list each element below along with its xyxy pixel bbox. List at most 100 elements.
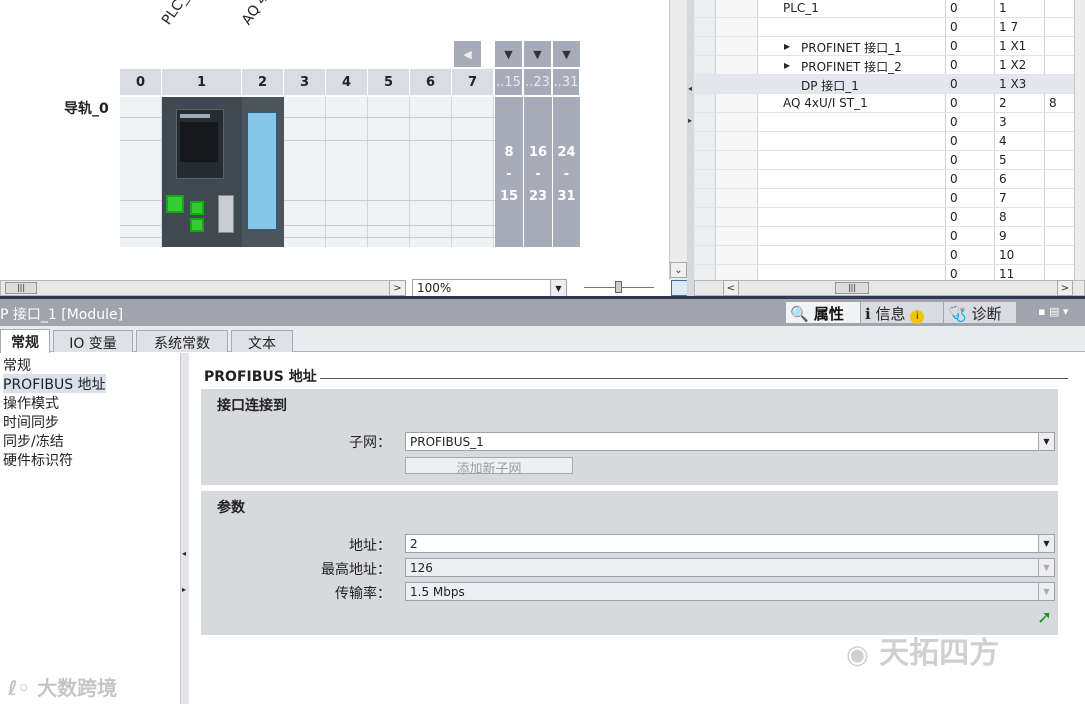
expand-arrow-icon[interactable]: ▸ bbox=[784, 58, 790, 72]
table-row[interactable]: 04 bbox=[694, 132, 1074, 151]
tab-info[interactable]: ℹ 信息 i bbox=[861, 302, 943, 324]
table-row[interactable]: 05 bbox=[694, 151, 1074, 170]
row-rack: 0 bbox=[950, 267, 958, 280]
row-slot: 10 bbox=[999, 248, 1015, 262]
table-row[interactable]: 03 bbox=[694, 113, 1074, 132]
watermark-right: ◉ 天拓四方 bbox=[846, 636, 1000, 671]
row-address: 8 bbox=[1049, 96, 1057, 110]
table-row[interactable]: ▸ PROFINET 接口_2 0 1 X2 bbox=[694, 56, 1074, 75]
inspector-nav: 常规 PROFIBUS 地址 操作模式 时间同步 同步/冻结 硬件标识符 bbox=[0, 353, 181, 704]
address-value: 2 bbox=[410, 537, 418, 551]
scroll-right-icon[interactable]: > bbox=[389, 280, 406, 296]
tab-general[interactable]: 常规 bbox=[0, 329, 50, 353]
splitter[interactable]: ◂ ▸ bbox=[687, 0, 694, 296]
tab-io-tags[interactable]: IO 变量 bbox=[53, 330, 133, 352]
table-row[interactable]: 0 1 7 bbox=[694, 18, 1074, 37]
expand-slots-24-31-icon[interactable]: ▼ bbox=[553, 41, 580, 67]
device-overview-table[interactable]: PLC_1 0 1 0 1 7 ▸ PROFINET 接口_1 0 1 X1 ▸ PROFINET … bbox=[694, 0, 1074, 280]
table-hscrollbar[interactable]: < ||| > bbox=[694, 280, 1085, 296]
table-row[interactable]: 06 bbox=[694, 170, 1074, 189]
module-label-aq: AQ 4x bbox=[238, 0, 277, 28]
expand-slots-16-23-icon[interactable]: ▼ bbox=[524, 41, 551, 67]
address-label: 地址： bbox=[349, 538, 391, 554]
device-view[interactable]: PLC_1 AQ 4x ◀ ▼ ▼ ▼ 0 1 2 3 4 5 6 7 ..15… bbox=[0, 0, 668, 280]
chevron-down-icon[interactable]: ▼ bbox=[550, 280, 566, 296]
range-from: 16 bbox=[528, 145, 548, 160]
window-controls-icon[interactable]: ▪ ▤ ▾ bbox=[1038, 305, 1068, 318]
zoom-value: 100% bbox=[417, 281, 452, 295]
row-slot: 2 bbox=[999, 96, 1007, 110]
section-title: PROFIBUS 地址 bbox=[204, 369, 317, 385]
transmission-rate-select[interactable]: 1.5 Mbps ▼ bbox=[405, 582, 1055, 601]
scroll-right-icon[interactable]: > bbox=[1057, 280, 1073, 296]
chevron-down-icon[interactable]: ▼ bbox=[1038, 433, 1054, 450]
tab-texts[interactable]: 文本 bbox=[231, 330, 293, 352]
ethernet-port-x2b-icon bbox=[190, 218, 204, 232]
row-rack: 0 bbox=[950, 77, 958, 91]
row-rack: 0 bbox=[950, 20, 958, 34]
chevron-down-icon[interactable]: ▼ bbox=[1038, 583, 1054, 600]
group-interface-connection: 接口连接到 子网： PROFIBUS_1 ▼ 添加新子网 bbox=[201, 389, 1058, 485]
table-vscrollbar[interactable] bbox=[1074, 0, 1085, 280]
table-row[interactable]: DP 接口_1 0 1 X3 bbox=[694, 75, 1074, 94]
module-label-plc: PLC_1 bbox=[158, 0, 197, 28]
row-name: PLC_1 bbox=[783, 1, 819, 15]
row-slot: 11 bbox=[999, 267, 1015, 280]
slot-header-5: 5 bbox=[368, 69, 410, 95]
nav-operating-mode[interactable]: 操作模式 bbox=[3, 393, 59, 412]
row-rack: 0 bbox=[950, 248, 958, 262]
table-row[interactable]: 09 bbox=[694, 227, 1074, 246]
nav-sync-freeze[interactable]: 同步/冻结 bbox=[3, 431, 64, 450]
expand-arrow-icon[interactable]: ▸ bbox=[784, 39, 790, 53]
overview-icon[interactable] bbox=[671, 280, 688, 296]
tab-system-constants[interactable]: 系统常数 bbox=[136, 330, 228, 352]
zoom-slider-thumb[interactable] bbox=[615, 281, 622, 293]
table-row[interactable]: PLC_1 0 1 bbox=[694, 0, 1074, 18]
info-icon: ℹ bbox=[865, 305, 871, 323]
table-row[interactable]: ▸ PROFINET 接口_1 0 1 X1 bbox=[694, 37, 1074, 56]
table-row[interactable]: 0 11 bbox=[694, 265, 1074, 280]
nav-splitter[interactable]: ◂ ▸ bbox=[181, 353, 189, 704]
subnet-select[interactable]: PROFIBUS_1 ▼ bbox=[405, 432, 1055, 451]
properties-icon: 🔍 bbox=[790, 305, 809, 323]
row-slot: 7 bbox=[999, 191, 1007, 205]
expand-slots-8-15-icon[interactable]: ▼ bbox=[495, 41, 522, 67]
slot-header-6: 6 bbox=[410, 69, 452, 95]
address-select[interactable]: 2 ▼ bbox=[405, 534, 1055, 553]
chevron-down-icon[interactable]: ▼ bbox=[1038, 559, 1054, 576]
max-address-select[interactable]: 126 ▼ bbox=[405, 558, 1055, 577]
chevron-down-icon[interactable]: ▼ bbox=[1038, 535, 1054, 552]
table-row[interactable]: 07 bbox=[694, 189, 1074, 208]
goto-arrow-icon[interactable]: ➚ bbox=[1037, 607, 1052, 628]
table-row[interactable]: AQ 4xU/I ST_1 0 2 8 bbox=[694, 94, 1074, 113]
subnet-label: 子网： bbox=[349, 435, 391, 451]
scroll-left-icon[interactable]: < bbox=[723, 280, 739, 296]
scroll-thumb[interactable]: ||| bbox=[5, 282, 37, 294]
range-from: 24 bbox=[557, 145, 576, 160]
range-from: 8 bbox=[504, 145, 514, 160]
aq-module[interactable] bbox=[242, 97, 284, 247]
nav-general[interactable]: 常规 bbox=[3, 355, 31, 374]
inspector-title: P 接口_1 [Module] bbox=[0, 307, 124, 323]
table-row[interactable]: 0 10 bbox=[694, 246, 1074, 265]
nav-hardware-id[interactable]: 硬件标识符 bbox=[3, 450, 73, 469]
row-slot: 1 X1 bbox=[999, 39, 1027, 53]
scroll-down-icon[interactable]: ⌄ bbox=[670, 262, 687, 278]
row-name: AQ 4xU/I ST_1 bbox=[783, 96, 868, 110]
table-row[interactable]: 08 bbox=[694, 208, 1074, 227]
nav-time-sync[interactable]: 时间同步 bbox=[3, 412, 59, 431]
zoom-select[interactable]: 100% ▼ bbox=[412, 279, 567, 297]
row-slot: 4 bbox=[999, 134, 1007, 148]
tab-properties[interactable]: 🔍 属性 bbox=[786, 302, 860, 323]
cpu-module[interactable] bbox=[162, 97, 242, 247]
row-slot: 3 bbox=[999, 115, 1007, 129]
scroll-thumb[interactable]: ||| bbox=[835, 282, 869, 294]
row-rack: 0 bbox=[950, 96, 958, 110]
add-subnet-button[interactable]: 添加新子网 bbox=[405, 457, 573, 477]
device-hscrollbar[interactable]: ||| > bbox=[0, 280, 406, 296]
scroll-left-icon[interactable]: ◀ bbox=[454, 41, 481, 67]
nav-profibus-address[interactable]: PROFIBUS 地址 bbox=[3, 374, 106, 393]
tab-diagnostics[interactable]: 🩺 诊断 bbox=[944, 302, 1016, 323]
range-to: 23 bbox=[528, 189, 548, 204]
device-vscrollbar[interactable]: ⌄ bbox=[669, 0, 687, 280]
